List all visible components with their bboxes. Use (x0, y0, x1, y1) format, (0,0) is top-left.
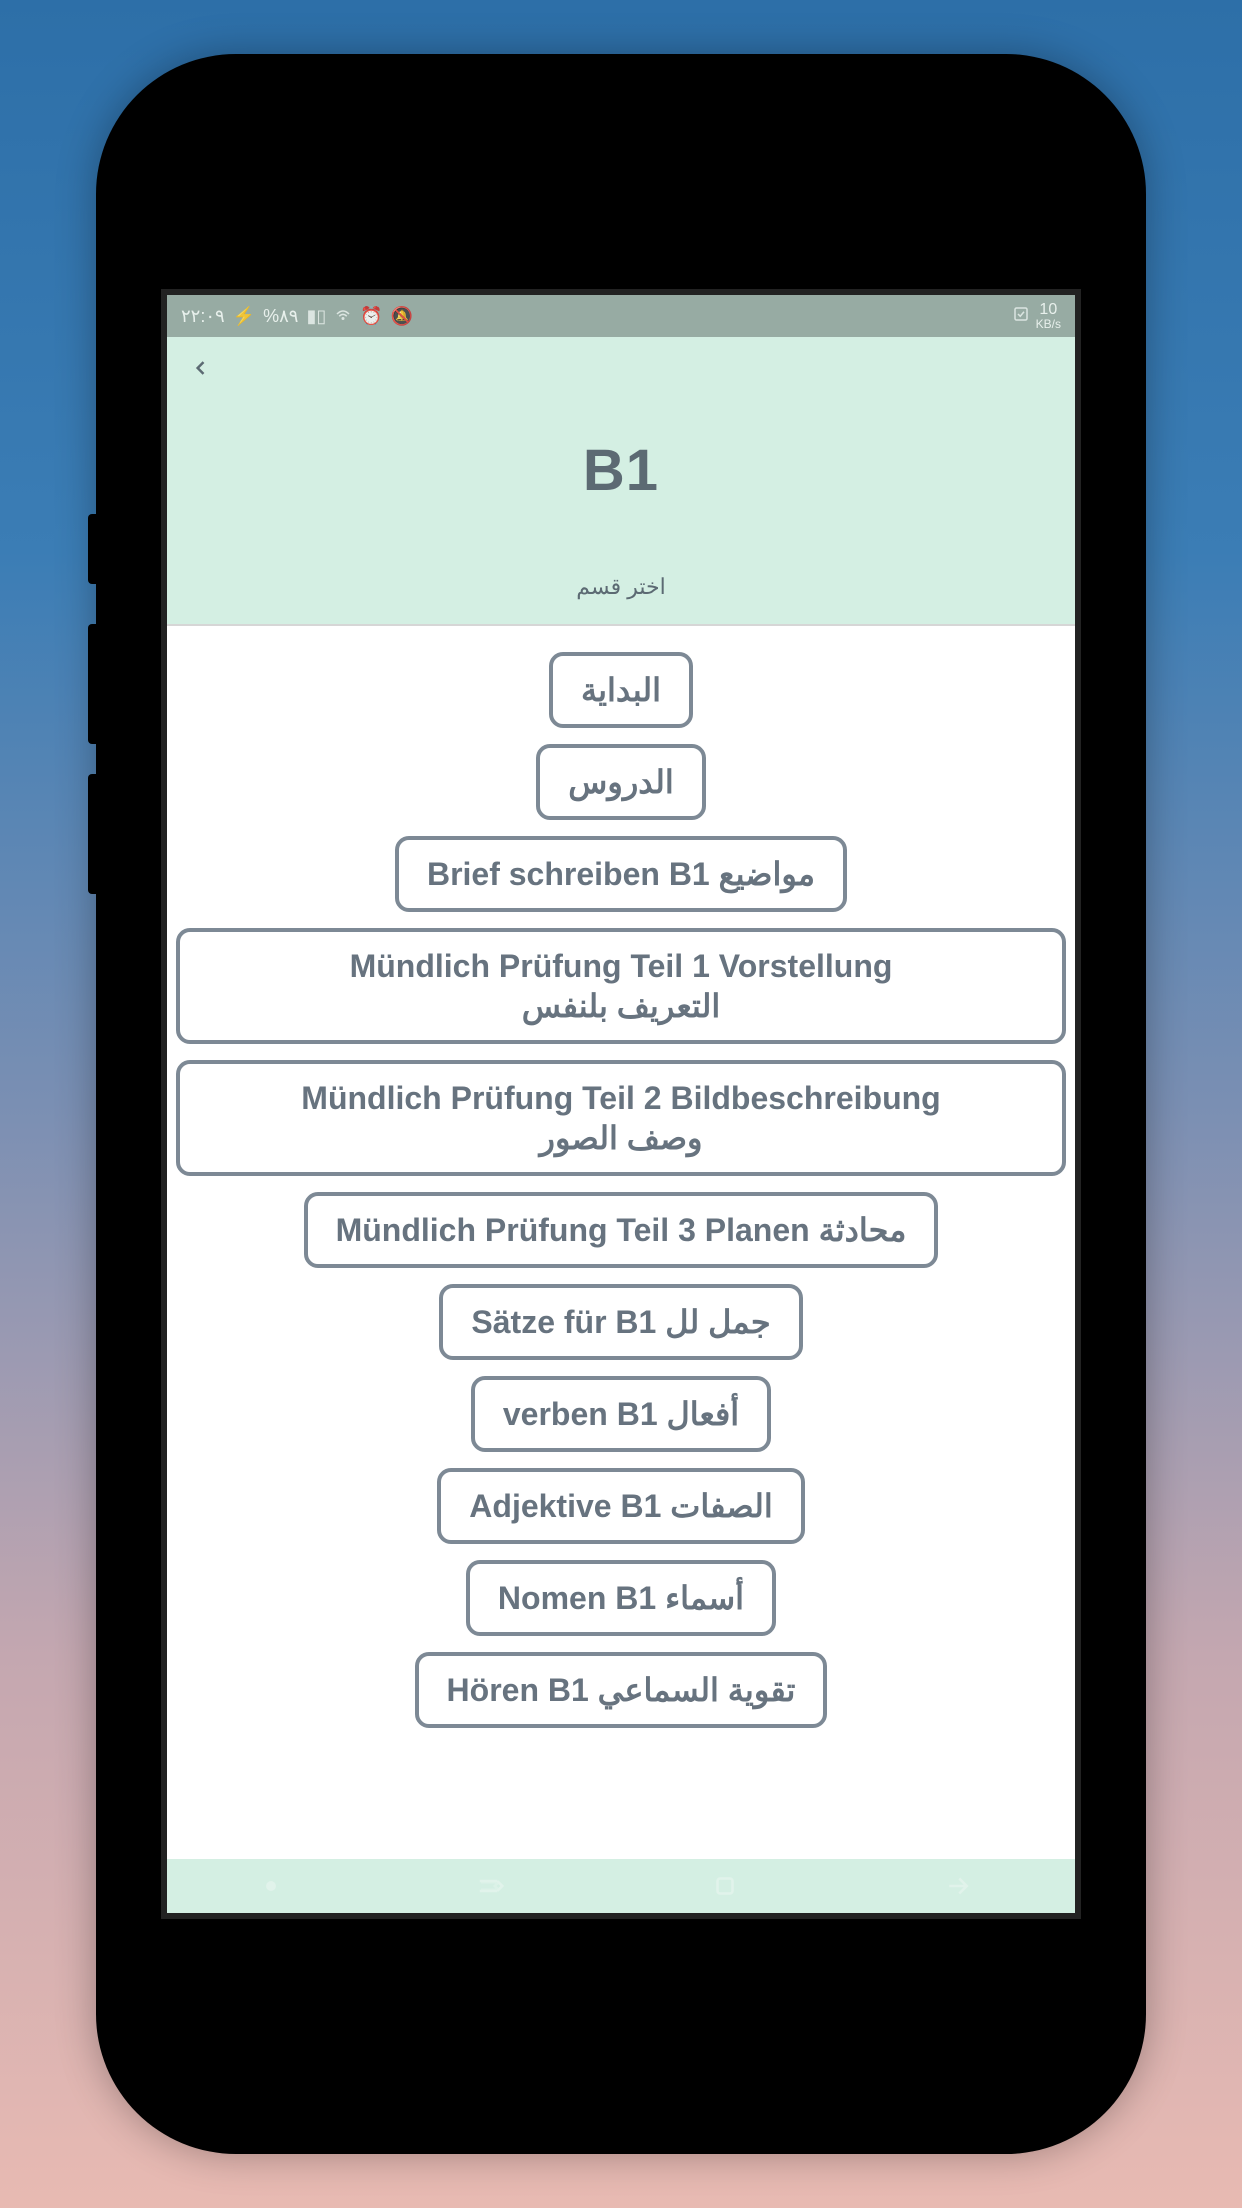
status-battery: %٨٩ (263, 306, 298, 327)
section-label: Adjektive B1 الصفات (469, 1488, 772, 1524)
status-left: ٢٢:٠٩ ⚡ %٨٩ ▮▯ ⏰ 🔕 (181, 305, 413, 328)
section-button[interactable]: Mündlich Prüfung Teil 2 Bildbeschreibung… (176, 1060, 1066, 1176)
section-label: Mündlich Prüfung Teil 3 Planen محادثة (336, 1212, 907, 1248)
section-label: Sätze für B1 جمل لل (471, 1304, 770, 1340)
android-nav-bar (167, 1859, 1075, 1913)
data-rate: 10 KB/s (1036, 302, 1061, 330)
section-label: Hören B1 تقوية السماعي (447, 1672, 796, 1708)
section-button[interactable]: Mündlich Prüfung Teil 1 Vorstellung التع… (176, 928, 1066, 1044)
nav-home-button[interactable] (707, 1868, 743, 1904)
nav-back-button[interactable] (940, 1868, 976, 1904)
mute-icon: 🔕 (391, 306, 413, 327)
chevron-left-icon (191, 358, 211, 378)
download-icon (1012, 305, 1030, 328)
data-rate-unit: KB/s (1036, 317, 1061, 331)
alarm-icon: ⏰ (360, 306, 382, 327)
status-right: 10 KB/s (1012, 302, 1061, 330)
signal-icon: ▮▯ (306, 306, 326, 327)
section-button[interactable]: الدروس (536, 744, 705, 820)
section-label: Mündlich Prüfung Teil 2 Bildbeschreibung… (301, 1080, 940, 1156)
nav-dot-icon[interactable] (266, 1881, 276, 1891)
app-screen: ٢٢:٠٩ ⚡ %٨٩ ▮▯ ⏰ 🔕 10 KB/s (161, 289, 1081, 1919)
section-label: الدروس (568, 764, 673, 800)
section-label: البداية (581, 672, 661, 708)
back-button[interactable] (181, 348, 221, 388)
section-label: Mündlich Prüfung Teil 1 Vorstellung التع… (350, 948, 893, 1024)
section-button[interactable]: verben B1 أفعال (471, 1376, 771, 1452)
title-block: B1 اختر قسم (167, 399, 1075, 600)
section-label: verben B1 أفعال (503, 1396, 739, 1432)
phone-volume-down (88, 774, 98, 894)
charging-icon: ⚡ (233, 306, 255, 327)
sections-list: البداية الدروس Brief schreiben B1 مواضيع Mü… (167, 626, 1075, 1859)
header-bar (167, 337, 1075, 399)
screen-wrap: ٢٢:٠٩ ⚡ %٨٩ ▮▯ ⏰ 🔕 10 KB/s (126, 84, 1116, 2124)
section-button[interactable]: Adjektive B1 الصفات (437, 1468, 804, 1544)
page-title: B1 (167, 437, 1075, 504)
status-time: ٢٢:٠٩ (181, 306, 225, 327)
section-button[interactable]: Sätze für B1 جمل لل (439, 1284, 802, 1360)
data-rate-num: 10 (1036, 302, 1061, 318)
phone-side-button (88, 514, 98, 584)
app-header: B1 اختر قسم (167, 337, 1075, 626)
nav-recent-button[interactable] (473, 1868, 509, 1904)
section-label: Nomen B1 أسماء (498, 1580, 744, 1616)
section-button[interactable]: Hören B1 تقوية السماعي (415, 1652, 828, 1728)
section-label: Brief schreiben B1 مواضيع (427, 856, 815, 892)
wifi-icon (334, 305, 352, 328)
phone-frame: ٢٢:٠٩ ⚡ %٨٩ ▮▯ ⏰ 🔕 10 KB/s (96, 54, 1146, 2154)
section-button[interactable]: Brief schreiben B1 مواضيع (395, 836, 847, 912)
section-button[interactable]: Nomen B1 أسماء (466, 1560, 776, 1636)
section-button[interactable]: البداية (549, 652, 693, 728)
section-button[interactable]: Mündlich Prüfung Teil 3 Planen محادثة (304, 1192, 939, 1268)
page-subtitle: اختر قسم (167, 574, 1075, 600)
status-bar: ٢٢:٠٩ ⚡ %٨٩ ▮▯ ⏰ 🔕 10 KB/s (167, 295, 1075, 337)
phone-volume-up (88, 624, 98, 744)
